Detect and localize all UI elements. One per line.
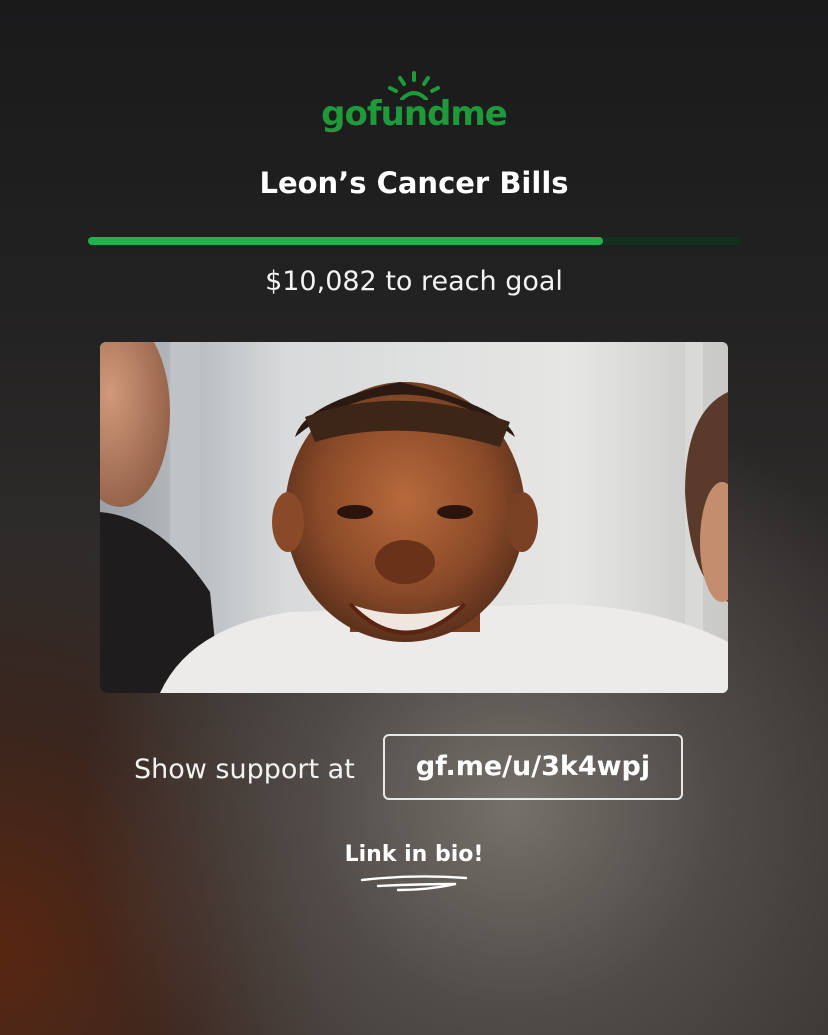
campaign-title: Leon’s Cancer Bills [259, 166, 569, 200]
campaign-card: gofundme Leon’s Cancer Bills $10,082 to … [0, 0, 828, 1035]
underline-scribble-icon [360, 875, 468, 892]
progress-bar [88, 237, 740, 245]
gofundme-logo: gofundme [0, 70, 828, 134]
support-label: Show support at [134, 754, 355, 785]
fundraiser-link[interactable]: gf.me/u/3k4wpj [383, 734, 683, 800]
campaign-photo-image [100, 342, 728, 693]
campaign-photo [100, 342, 728, 693]
progress-bar-fill [88, 237, 604, 245]
brand-wordmark: gofundme [321, 94, 508, 134]
remaining-goal-text: $10,082 to reach goal [265, 266, 563, 297]
link-in-bio-text: Link in bio! [344, 842, 484, 867]
